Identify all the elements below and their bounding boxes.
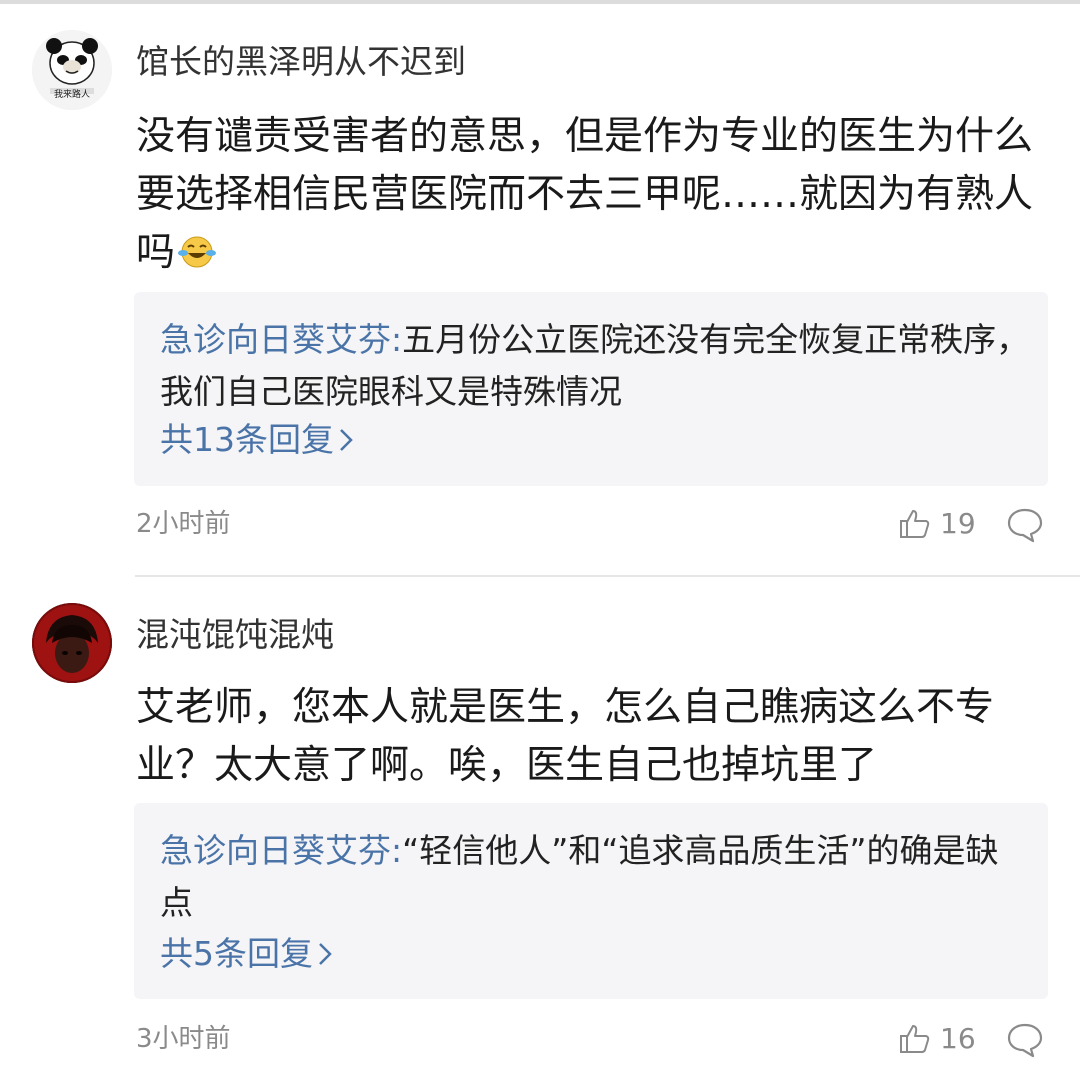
reply-author[interactable]: 急诊向日葵艾芬 — [160, 831, 391, 870]
username[interactable]: 混沌馄饨混炖 — [136, 615, 334, 655]
username[interactable]: 馆长的黑泽明从不迟到 — [136, 42, 466, 82]
reply-button[interactable] — [1006, 504, 1044, 544]
comment-body: 没有谴责受害者的意思，但是作为专业的医生为什么要选择相信民营医院而不去三甲呢……… — [136, 108, 1056, 286]
comment-text: 没有谴责受害者的意思，但是作为专业的医生为什么要选择相信民营医院而不去三甲呢……… — [136, 114, 1034, 275]
comment-time: 3小时前 — [136, 1024, 231, 1054]
dark-portrait-avatar-icon — [32, 603, 112, 683]
reply-count-label: 共13条回复 — [160, 420, 334, 459]
like-count: 19 — [940, 507, 976, 540]
avatar-caption: 我来路人 — [53, 90, 90, 100]
thumbs-up-icon — [900, 510, 930, 538]
reply-separator: : — [391, 831, 403, 870]
view-replies-link[interactable]: 共13条回复 — [160, 420, 354, 462]
like-button[interactable]: 19 — [898, 504, 976, 544]
like-button[interactable]: 16 — [898, 1019, 976, 1059]
reply-button[interactable] — [1006, 1019, 1044, 1059]
reply-preview[interactable]: 急诊向日葵艾芬:“轻信他人”和“追求高品质生活”的确是缺点 共5条回复 — [134, 803, 1048, 999]
avatar[interactable]: 我来路人 — [32, 30, 112, 110]
chevron-right-icon — [317, 936, 333, 976]
reply-text: 急诊向日葵艾芬:五月份公立医院还没有完全恢复正常秩序，我们自己医院眼科又是特殊情… — [160, 314, 1030, 418]
view-replies-link[interactable]: 共5条回复 — [160, 934, 333, 976]
reply-count-label: 共5条回复 — [160, 934, 313, 973]
comment-body: 艾老师，您本人就是医生，怎么自己瞧病这么不专业？太大意了啊。唉，医生自己也掉坑里… — [136, 685, 995, 788]
comment-bubble-icon — [1007, 508, 1043, 543]
like-count: 16 — [940, 1022, 976, 1055]
laugh-cry-emoji-icon — [177, 228, 217, 286]
comment-item: 混沌馄饨混炖 艾老师，您本人就是医生，怎么自己瞧病这么不专业？太大意了啊。唉，医… — [0, 577, 1080, 1086]
thumbs-up-icon — [900, 1025, 930, 1053]
reply-separator: : — [391, 320, 403, 359]
reply-author[interactable]: 急诊向日葵艾芬 — [160, 320, 391, 359]
comment-bubble-icon — [1007, 1023, 1043, 1058]
reply-preview[interactable]: 急诊向日葵艾芬:五月份公立医院还没有完全恢复正常秩序，我们自己医院眼科又是特殊情… — [134, 292, 1048, 486]
comment-time: 2小时前 — [136, 509, 231, 539]
avatar[interactable] — [32, 603, 112, 683]
chevron-right-icon — [338, 422, 354, 462]
comment-item: 我来路人 馆长的黑泽明从不迟到 没有谴责受害者的意思，但是作为专业的医生为什么要… — [0, 4, 1080, 576]
reply-text: 急诊向日葵艾芬:“轻信他人”和“追求高品质生活”的确是缺点 — [160, 825, 1030, 929]
